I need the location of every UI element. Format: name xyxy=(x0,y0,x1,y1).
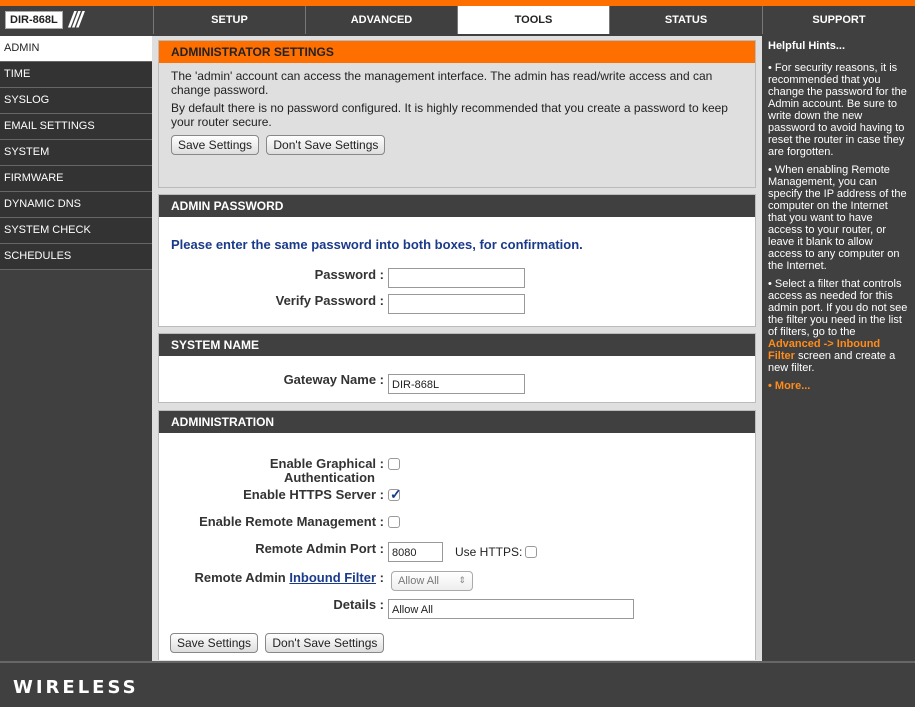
sidebar-item-time[interactable]: TIME xyxy=(0,62,152,88)
hints-title: Helpful Hints... xyxy=(768,40,845,52)
inbound-filter-selected: Allow All xyxy=(398,575,439,587)
save-settings-button[interactable]: Save Settings xyxy=(171,135,260,155)
administration-section: ADMINISTRATION Enable Graphical : Authen… xyxy=(158,410,756,660)
inbound-filter-label: Remote Admin Inbound Filter : xyxy=(159,570,385,585)
brand-slashes-icon: /// xyxy=(68,7,83,32)
hint-password: • For security reasons, it is recommende… xyxy=(768,62,907,158)
verify-password-input[interactable] xyxy=(388,294,525,314)
graphical-auth-label-line2: Authentication xyxy=(284,470,375,485)
password-label: Password : xyxy=(314,267,384,282)
remote-management-checkbox[interactable] xyxy=(388,516,400,528)
model-name: DIR-868L xyxy=(5,11,63,29)
helpful-hints-panel: Helpful Hints... • For security reasons,… xyxy=(762,36,915,661)
select-arrows-icon: ⇕ xyxy=(458,575,466,585)
hint-filter-text: • Select a filter that controls access a… xyxy=(768,278,908,338)
dont-save-settings-button-bottom[interactable]: Don't Save Settings xyxy=(265,633,385,653)
details-field: Allow All xyxy=(388,599,634,619)
use-https-label: Use HTTPS: xyxy=(455,545,523,559)
admin-settings-recommendation: By default there is no password configur… xyxy=(171,101,728,129)
graphical-auth-label: Enable Graphical : xyxy=(269,456,384,471)
sidebar-item-system[interactable]: SYSTEM xyxy=(0,140,152,166)
https-server-checkbox[interactable] xyxy=(388,486,402,503)
remote-management-label: Enable Remote Management : xyxy=(199,514,384,529)
tab-tools[interactable]: TOOLS xyxy=(457,6,609,34)
https-server-label: Enable HTTPS Server : xyxy=(243,487,384,502)
sidebar-item-email-settings[interactable]: EMAIL SETTINGS xyxy=(0,114,152,140)
save-settings-button-bottom[interactable]: Save Settings xyxy=(170,633,259,653)
password-instruction: Please enter the same password into both… xyxy=(171,237,583,252)
bottom-button-row: Save Settings Don't Save Settings xyxy=(170,633,388,653)
footer: WIRELESS xyxy=(0,661,915,707)
verify-password-label: Verify Password : xyxy=(275,293,384,308)
graphical-auth-checkbox[interactable] xyxy=(388,458,400,470)
administration-title: ADMINISTRATION xyxy=(159,411,755,433)
admin-settings-section: ADMINISTRATOR SETTINGS The 'admin' accou… xyxy=(158,40,756,188)
gateway-name-input[interactable]: DIR-868L xyxy=(388,374,525,394)
details-label: Details : xyxy=(333,597,384,612)
sidebar: ADMIN TIME SYSLOG EMAIL SETTINGS SYSTEM … xyxy=(0,36,152,661)
tab-status[interactable]: STATUS xyxy=(609,6,762,34)
dont-save-settings-button[interactable]: Don't Save Settings xyxy=(266,135,386,155)
sidebar-item-schedules[interactable]: SCHEDULES xyxy=(0,244,152,270)
sidebar-item-dynamic-dns[interactable]: DYNAMIC DNS xyxy=(0,192,152,218)
hint-remote-management: • When enabling Remote Management, you c… xyxy=(768,164,907,272)
tab-setup[interactable]: SETUP xyxy=(153,6,305,34)
tab-advanced[interactable]: ADVANCED xyxy=(305,6,457,34)
remote-admin-port-input[interactable]: 8080 xyxy=(388,542,443,562)
inbound-filter-link[interactable]: Inbound Filter xyxy=(289,570,376,585)
sidebar-item-firmware[interactable]: FIRMWARE xyxy=(0,166,152,192)
inbound-filter-select[interactable]: Allow All ⇕ xyxy=(391,571,473,591)
tab-support[interactable]: SUPPORT xyxy=(762,6,915,34)
sidebar-item-system-check[interactable]: SYSTEM CHECK xyxy=(0,218,152,244)
remote-admin-port-label: Remote Admin Port : xyxy=(255,541,384,556)
gateway-name-label: Gateway Name : xyxy=(283,372,384,387)
sidebar-item-admin[interactable]: ADMIN xyxy=(0,36,152,62)
system-name-title: SYSTEM NAME xyxy=(159,334,755,356)
main-content: ADMINISTRATOR SETTINGS The 'admin' accou… xyxy=(152,36,762,661)
sidebar-item-syslog[interactable]: SYSLOG xyxy=(0,88,152,114)
admin-password-title: ADMIN PASSWORD xyxy=(159,195,755,217)
admin-settings-description: The 'admin' account can access the manag… xyxy=(171,69,713,97)
model-label: DIR-868L /// xyxy=(0,6,153,34)
use-https-checkbox[interactable] xyxy=(525,546,537,558)
password-input[interactable] xyxy=(388,268,525,288)
inbound-filter-label-prefix: Remote Admin xyxy=(194,570,286,585)
hints-more-link[interactable]: • More... xyxy=(768,380,909,392)
header: DIR-868L /// SETUP ADVANCED TOOLS STATUS… xyxy=(0,6,915,34)
admin-settings-title: ADMINISTRATOR SETTINGS xyxy=(159,41,755,63)
system-name-section: SYSTEM NAME Gateway Name : DIR-868L xyxy=(158,333,756,403)
hint-filter: • Select a filter that controls access a… xyxy=(768,278,909,374)
wireless-logo: WIRELESS xyxy=(13,677,139,698)
inbound-filter-label-suffix: : xyxy=(379,570,384,585)
admin-password-section: ADMIN PASSWORD Please enter the same pas… xyxy=(158,194,756,327)
